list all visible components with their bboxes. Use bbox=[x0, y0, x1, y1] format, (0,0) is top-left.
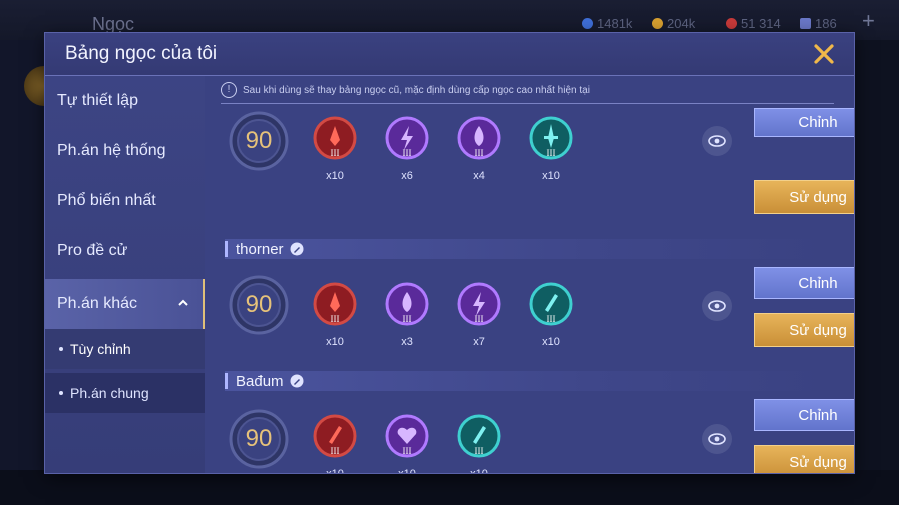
svg-text:III: III bbox=[403, 314, 412, 324]
level-value: 90 bbox=[245, 127, 273, 154]
sidebar-item-label: Pro đề cử bbox=[57, 242, 128, 259]
chevron-up-icon bbox=[178, 299, 188, 306]
resource-gold: 204k bbox=[652, 16, 695, 31]
sidebar-item-label: Ph.án hệ thống bbox=[57, 142, 166, 159]
preview-button[interactable] bbox=[702, 291, 732, 321]
purple-rune-icon[interactable]: III bbox=[385, 116, 429, 160]
svg-text:III: III bbox=[331, 314, 340, 324]
svg-text:III: III bbox=[331, 446, 340, 456]
sidebar: Tự thiết lập Ph.án hệ thống Phổ biến nhấ… bbox=[45, 76, 205, 473]
preview-button[interactable] bbox=[702, 126, 732, 156]
purple-rune-icon[interactable]: III bbox=[457, 282, 501, 326]
sidebar-item-label: Phổ biến nhất bbox=[57, 192, 156, 209]
set-name-bar: thorner bbox=[225, 239, 830, 259]
preview-button[interactable] bbox=[702, 424, 732, 454]
resource-value: 186 bbox=[815, 16, 837, 31]
red-rune-icon[interactable]: III bbox=[313, 414, 357, 458]
red-rune-icon[interactable]: III bbox=[313, 116, 357, 160]
svg-text:III: III bbox=[547, 148, 556, 158]
resource-value: 204k bbox=[667, 16, 696, 31]
eye-icon bbox=[708, 300, 726, 312]
background-left-panel bbox=[0, 40, 45, 505]
edit-button[interactable]: Chỉnh bbox=[754, 399, 854, 431]
pencil-icon[interactable] bbox=[290, 374, 304, 388]
sidebar-subitem-label: Tùy chỉnh bbox=[70, 341, 131, 357]
resource-value: 1481k bbox=[597, 16, 633, 31]
accent-bar bbox=[225, 241, 228, 257]
svg-text:III: III bbox=[475, 446, 484, 456]
sidebar-subitem-general[interactable]: Ph.án chung bbox=[45, 373, 205, 413]
svg-text:III: III bbox=[475, 314, 484, 324]
svg-text:III: III bbox=[403, 446, 412, 456]
sidebar-item-popular[interactable]: Phổ biến nhất bbox=[45, 176, 205, 226]
notice-text: Sau khi dùng sẽ thay bảng ngọc cũ, mặc đ… bbox=[243, 84, 590, 96]
rune-page-modal: Bảng ngọc của tôi Tự thiết lập Ph.án hệ … bbox=[45, 33, 854, 473]
sidebar-item-custom[interactable]: Tự thiết lập bbox=[45, 76, 205, 126]
teal-rune-icon[interactable]: III bbox=[529, 282, 573, 326]
set-name: thorner bbox=[236, 240, 284, 258]
rune-count: x10 bbox=[326, 170, 344, 182]
teal-rune-icon[interactable]: III bbox=[529, 116, 573, 160]
purple-rune-icon[interactable]: III bbox=[385, 414, 429, 458]
rune-count: x6 bbox=[401, 170, 413, 182]
gem-currency-icon bbox=[582, 18, 593, 29]
close-icon[interactable] bbox=[811, 41, 837, 67]
sidebar-item-pro[interactable]: Pro đề cử bbox=[45, 226, 205, 276]
rune-count: x10 bbox=[542, 336, 560, 348]
set-name-bar: Bađum bbox=[225, 371, 830, 391]
set-name: Bađum bbox=[236, 372, 284, 390]
eye-icon bbox=[708, 433, 726, 445]
modal-header: Bảng ngọc của tôi bbox=[45, 33, 854, 76]
teal-rune-icon[interactable]: III bbox=[457, 414, 501, 458]
voucher-icon bbox=[800, 18, 811, 29]
sidebar-item-system[interactable]: Ph.án hệ thống bbox=[45, 126, 205, 176]
background-bottom-bar bbox=[0, 470, 899, 505]
rune-count: x10 bbox=[385, 468, 429, 473]
resource-value: 51 314 bbox=[741, 16, 781, 31]
sidebar-subitem-label: Ph.án chung bbox=[70, 385, 149, 401]
sidebar-subitem-custom[interactable]: Tùy chỉnh bbox=[45, 329, 205, 369]
purple-rune-icon[interactable]: III bbox=[385, 282, 429, 326]
rune-count: x3 bbox=[401, 336, 413, 348]
sidebar-item-other[interactable]: Ph.án khác bbox=[45, 279, 205, 329]
rune-count: x10 bbox=[326, 336, 344, 348]
edit-button[interactable]: Chỉnh bbox=[754, 267, 854, 299]
rune-count: x10 bbox=[313, 468, 357, 473]
purple-rune-icon[interactable]: III bbox=[457, 116, 501, 160]
resource-voucher: 186 bbox=[800, 16, 837, 31]
ruby-icon bbox=[726, 18, 737, 29]
divider bbox=[221, 103, 834, 104]
svg-text:III: III bbox=[547, 314, 556, 324]
use-button[interactable]: Sử dụng bbox=[754, 445, 854, 473]
resource-gems: 1481k bbox=[582, 16, 632, 31]
svg-text:III: III bbox=[475, 148, 484, 158]
bullet-icon bbox=[59, 347, 63, 351]
accent-bar bbox=[225, 373, 228, 389]
notice: ! Sau khi dùng sẽ thay bảng ngọc cũ, mặc… bbox=[221, 82, 590, 98]
pencil-icon[interactable] bbox=[290, 242, 304, 256]
background-title: Ngọc bbox=[92, 14, 135, 34]
sidebar-item-label: Tự thiết lập bbox=[57, 92, 138, 109]
red-rune-icon[interactable]: III bbox=[313, 282, 357, 326]
rune-count: x4 bbox=[473, 170, 485, 182]
resource-red: 51 314 bbox=[726, 16, 781, 31]
info-icon: ! bbox=[221, 82, 237, 98]
use-button[interactable]: Sử dụng bbox=[754, 313, 854, 347]
rune-set-list[interactable]: ! Sau khi dùng sẽ thay bảng ngọc cũ, mặc… bbox=[205, 76, 854, 473]
edit-button[interactable]: Chỉnh bbox=[754, 108, 854, 137]
rune-count: x10 bbox=[457, 468, 501, 473]
rune-count: x10 bbox=[542, 170, 560, 182]
level-value: 90 bbox=[245, 425, 273, 452]
bullet-icon bbox=[59, 391, 63, 395]
modal-title: Bảng ngọc của tôi bbox=[65, 43, 218, 64]
svg-text:III: III bbox=[331, 148, 340, 158]
gold-icon bbox=[652, 18, 663, 29]
svg-text:III: III bbox=[403, 148, 412, 158]
level-value: 90 bbox=[245, 291, 273, 318]
rune-count: x7 bbox=[473, 336, 485, 348]
eye-icon bbox=[708, 135, 726, 147]
use-button[interactable]: Sử dụng bbox=[754, 180, 854, 214]
add-resource-icon[interactable]: + bbox=[862, 8, 875, 34]
sidebar-item-label: Ph.án khác bbox=[57, 295, 138, 312]
